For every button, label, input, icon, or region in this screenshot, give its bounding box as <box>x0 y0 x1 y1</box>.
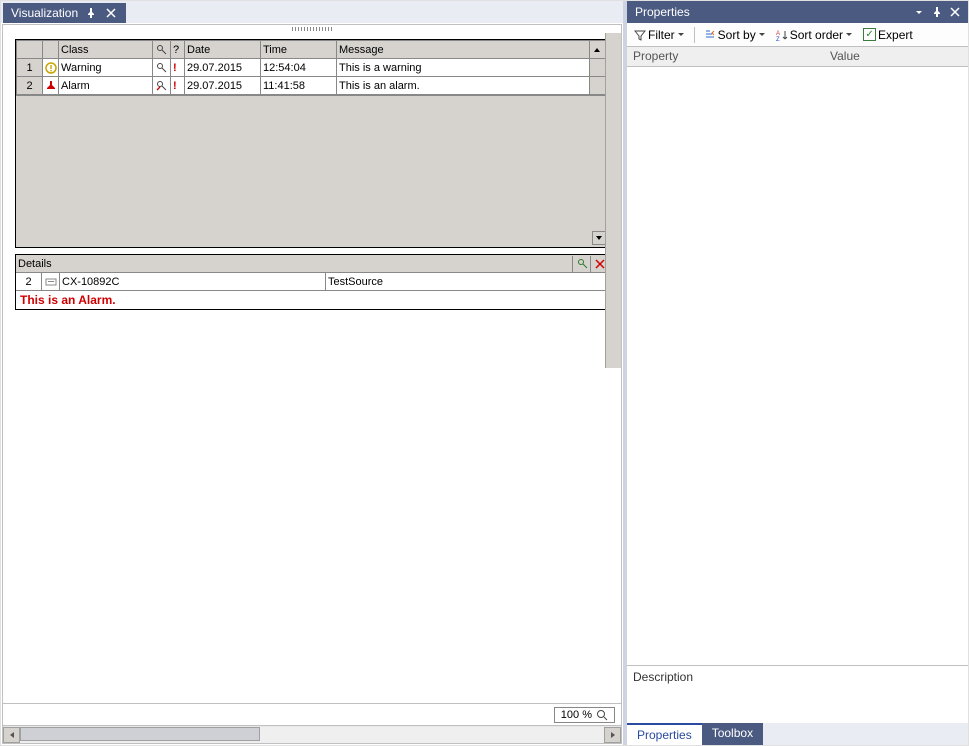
details-message: This is an Alarm. <box>16 291 608 309</box>
filter-label: Filter <box>648 28 675 42</box>
device-icon <box>42 273 60 290</box>
hscrollbar[interactable] <box>3 725 621 743</box>
cell-class: Warning <box>59 59 153 77</box>
zoom-icon <box>596 709 608 721</box>
filter-icon <box>634 29 646 41</box>
col-rownum[interactable] <box>17 41 43 59</box>
col-message[interactable]: Message <box>337 41 590 59</box>
cell-message: This is an alarm. <box>337 77 590 95</box>
scroll-left-icon[interactable] <box>3 727 20 743</box>
sortorder-label: Sort order <box>790 28 843 42</box>
alarm-header-row: Class ? Date Time Message <box>17 41 608 59</box>
alarm-table-container: Class ? Date Time Message <box>15 39 609 248</box>
properties-titlebar: Properties <box>627 1 968 23</box>
pin-icon[interactable] <box>84 6 98 20</box>
tab-toolbox[interactable]: Toolbox <box>702 723 763 745</box>
description-label: Description <box>633 670 693 684</box>
chevron-down-icon <box>758 31 766 39</box>
properties-pane: Properties Filter Sort by AZ Sort order <box>627 1 968 745</box>
chevron-down-icon <box>845 31 853 39</box>
properties-columns: Property Value <box>627 47 968 67</box>
cell-rownum: 2 <box>17 77 43 95</box>
cell-time: 12:54:04 <box>261 59 337 77</box>
visualization-footer: 100 % <box>3 703 621 725</box>
checkbox-checked-icon: ✓ <box>863 28 876 41</box>
svg-text:Z: Z <box>776 37 780 41</box>
zoom-label: 100 % <box>561 709 592 721</box>
col-value[interactable]: Value <box>823 47 968 66</box>
details-row: 2 CX-10892C TestSource <box>16 273 608 291</box>
properties-toolbar: Filter Sort by AZ Sort order ✓ Expert <box>627 23 968 47</box>
col-flag[interactable]: ? <box>171 41 185 59</box>
details-box: Details 2 CX-10892C TestSource <box>15 254 609 310</box>
sortby-icon <box>704 29 716 41</box>
sortorder-button[interactable]: AZ Sort order <box>773 27 856 43</box>
expert-label: Expert <box>878 28 913 42</box>
alarm-table: Class ? Date Time Message <box>16 40 608 95</box>
cell-date: 29.07.2015 <box>185 77 261 95</box>
details-title: Details <box>16 258 572 270</box>
details-header: Details <box>16 255 608 273</box>
pin-icon[interactable] <box>928 3 946 21</box>
cell-rownum: 1 <box>17 59 43 77</box>
details-ack-button[interactable] <box>572 256 590 272</box>
exclaim-icon: ! <box>171 59 185 77</box>
expert-toggle[interactable]: ✓ Expert <box>860 27 916 43</box>
visualization-canvas: Class ? Date Time Message <box>3 33 621 368</box>
cell-class: Alarm <box>59 77 153 95</box>
warning-icon <box>43 59 59 77</box>
close-icon[interactable] <box>104 6 118 20</box>
tab-visualization[interactable]: Visualization <box>3 3 126 23</box>
filter-button[interactable]: Filter <box>631 27 688 43</box>
ack-icon[interactable] <box>153 77 171 95</box>
cell-date: 29.07.2015 <box>185 59 261 77</box>
details-device: CX-10892C <box>60 273 326 290</box>
tab-label: Visualization <box>11 6 78 20</box>
vscrollbar[interactable] <box>605 33 621 368</box>
visualization-body: Class ? Date Time Message <box>2 24 622 744</box>
scroll-right-icon[interactable] <box>604 727 621 743</box>
properties-grid <box>627 67 968 665</box>
col-time[interactable]: Time <box>261 41 337 59</box>
exclaim-icon: ! <box>171 77 185 95</box>
ack-icon[interactable] <box>153 59 171 77</box>
col-icon[interactable] <box>43 41 59 59</box>
col-property[interactable]: Property <box>627 47 823 66</box>
sortby-label: Sort by <box>718 28 756 42</box>
cell-message: This is a warning <box>337 59 590 77</box>
details-source: TestSource <box>326 273 608 290</box>
tab-properties[interactable]: Properties <box>627 723 702 745</box>
visualization-pane: Visualization <box>1 1 627 745</box>
zoom-level[interactable]: 100 % <box>554 707 615 723</box>
col-date[interactable]: Date <box>185 41 261 59</box>
col-ack[interactable] <box>153 41 171 59</box>
pane-grip[interactable] <box>3 25 621 33</box>
chevron-down-icon <box>677 31 685 39</box>
window-menu-icon[interactable] <box>910 3 928 21</box>
sortby-button[interactable]: Sort by <box>701 27 769 43</box>
bottom-tabstrip: Properties Toolbox <box>627 723 968 745</box>
details-rownum: 2 <box>16 273 42 290</box>
properties-description: Description <box>627 665 968 723</box>
col-class[interactable]: Class <box>59 41 153 59</box>
sort-down-button[interactable] <box>592 231 606 245</box>
close-icon[interactable] <box>946 3 964 21</box>
properties-title: Properties <box>631 5 910 19</box>
sortorder-icon: AZ <box>776 29 788 41</box>
table-row[interactable]: 1 Warning ! 29.07.2015 12:54:04 This <box>17 59 608 77</box>
table-row[interactable]: 2 Alarm ! 29.07.2015 11:41:58 This i <box>17 77 608 95</box>
alarm-icon <box>43 77 59 95</box>
alarm-empty-area <box>16 95 608 247</box>
scroll-track[interactable] <box>20 727 604 743</box>
cell-time: 11:41:58 <box>261 77 337 95</box>
scroll-thumb[interactable] <box>20 727 260 741</box>
visualization-tabstrip: Visualization <box>1 1 623 23</box>
